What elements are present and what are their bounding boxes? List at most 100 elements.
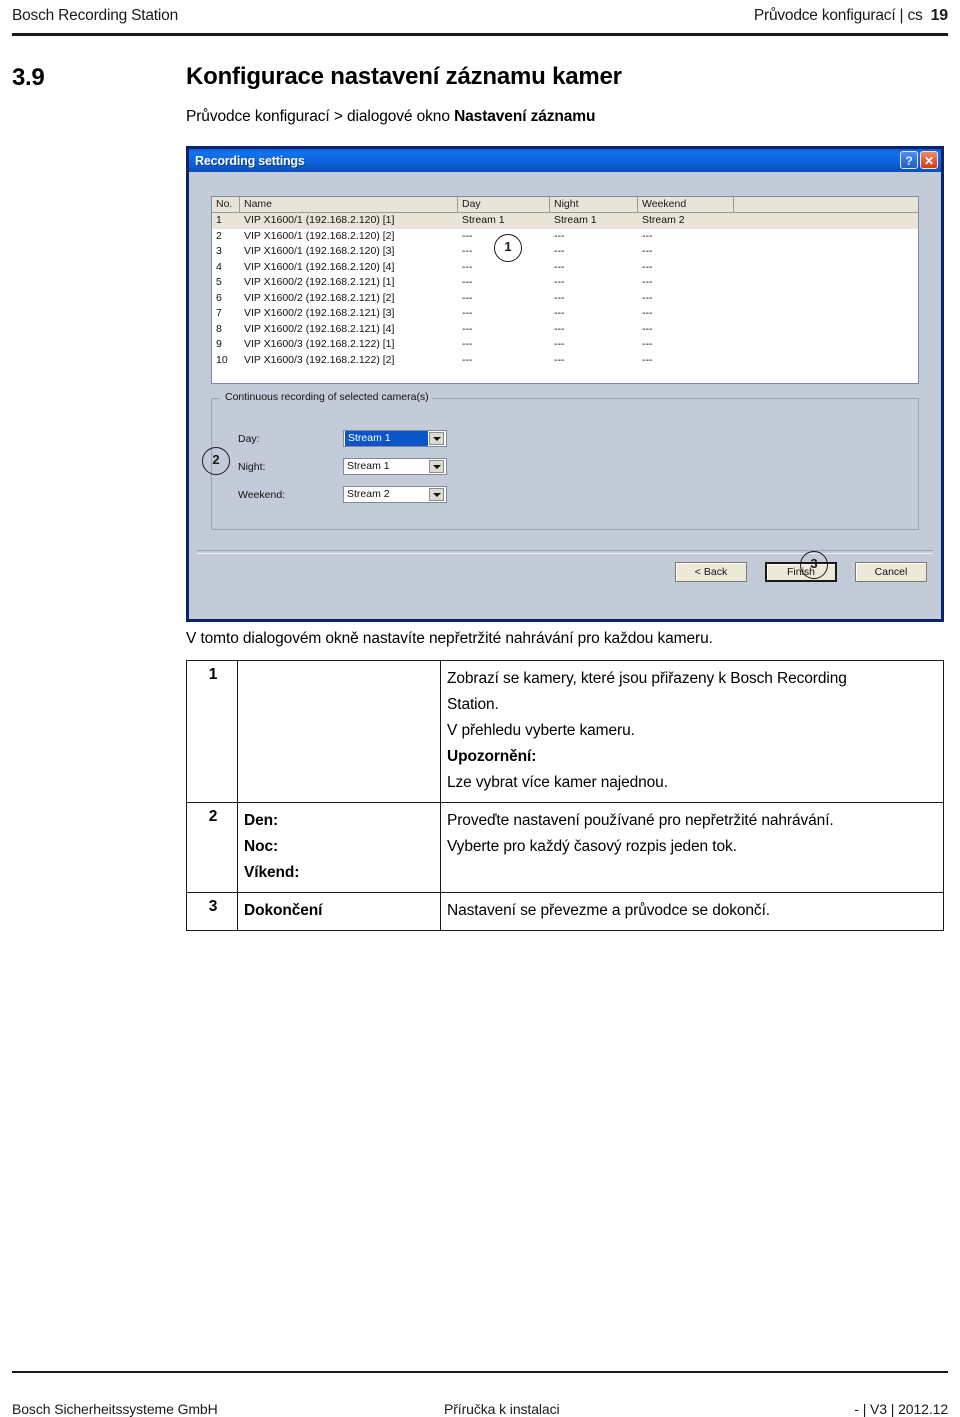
column-header-day[interactable]: Day [458, 197, 550, 212]
legend-label: Den: Noc: Víkend: [237, 802, 441, 893]
cell-no: 4 [216, 260, 222, 273]
footer-divider [12, 1371, 948, 1373]
cell-no: 1 [216, 214, 222, 226]
legend-row: 1 Zobrazí se kamery, které jsou přiřazeny… [186, 660, 944, 803]
legend-label-line: Dokončení [244, 902, 323, 919]
day-stream-select[interactable]: Stream 1 [343, 430, 447, 447]
cancel-button[interactable]: Cancel [855, 562, 927, 582]
cell-weekend: --- [642, 307, 653, 319]
night-stream-select[interactable]: Stream 1 [343, 458, 447, 475]
table-row[interactable]: 4 VIP X1600/1 (192.168.2.120) [4] --- --- --… [212, 260, 918, 276]
legend-label [237, 660, 441, 803]
weekend-stream-select[interactable]: Stream 2 [343, 486, 447, 503]
legend-row: 3 Dokončení Nastavení se převezme a průvod… [186, 892, 944, 931]
cell-night: --- [554, 353, 565, 366]
cell-no: 6 [216, 291, 222, 304]
column-header-no[interactable]: No. [212, 197, 240, 212]
legend-description-line: V přehledu vyberte kameru. [447, 722, 635, 739]
legend-description-line: Station. [447, 696, 499, 713]
cell-no: 10 [216, 353, 228, 366]
groupbox-border-right [402, 398, 918, 399]
intro-text: V tomto dialogovém okně nastavíte nepřet… [186, 630, 713, 647]
day-stream-value: Stream 1 [345, 431, 428, 446]
legend-description-line: Zobrazí se kamery, které jsou přiřazeny … [447, 670, 847, 687]
legend-number: 1 [186, 660, 238, 803]
cell-weekend: --- [642, 353, 653, 366]
cell-blank [734, 213, 918, 229]
help-icon[interactable]: ? [900, 151, 918, 169]
column-header-weekend[interactable]: Weekend [638, 197, 734, 212]
table-row[interactable]: 6 VIP X1600/2 (192.168.2.121) [2] --- --- --… [212, 291, 918, 307]
column-header-blank [734, 197, 918, 212]
table-row[interactable]: 8 VIP X1600/2 (192.168.2.121) [4] --- --- --… [212, 322, 918, 338]
listview-rows: 1 VIP X1600/1 (192.168.2.120) [1] Stream 1… [212, 213, 918, 368]
back-button[interactable]: < Back [675, 562, 747, 582]
table-row[interactable]: 2 VIP X1600/1 (192.168.2.120) [2] --- --- --… [212, 229, 918, 245]
legend-description: Proveďte nastavení používané pro nepřetr… [440, 802, 944, 893]
cell-name: VIP X1600/1 (192.168.2.120) [3] [244, 245, 395, 257]
legend-label-line: Den: [244, 812, 279, 829]
legend-description-line: Nastavení se převezme a průvodce se doko… [447, 902, 771, 919]
chevron-down-icon[interactable] [429, 432, 444, 445]
cell-weekend: --- [642, 276, 653, 288]
footer-company: Bosch Sicherheitssysteme GmbH [12, 1401, 218, 1417]
table-row[interactable]: 7 VIP X1600/2 (192.168.2.121) [3] --- --- --… [212, 306, 918, 322]
callout-marker-3: 3 [800, 551, 828, 579]
table-row[interactable]: 9 VIP X1600/3 (192.168.2.122) [1] --- --- --… [212, 337, 918, 353]
cell-blank [734, 353, 918, 369]
chevron-down-icon[interactable] [429, 460, 444, 473]
column-header-name[interactable]: Name [240, 197, 458, 212]
page-title: Konfigurace nastavení záznamu kamer [186, 63, 622, 90]
column-header-night[interactable]: Night [550, 197, 638, 212]
cell-no: 7 [216, 307, 222, 319]
weekend-stream-value: Stream 2 [347, 488, 390, 500]
cell-name: VIP X1600/1 (192.168.2.120) [4] [244, 260, 395, 273]
footer-doc-type: Příručka k instalaci [444, 1401, 560, 1417]
cell-weekend: --- [642, 245, 653, 257]
cell-night: --- [554, 322, 565, 335]
cell-night: --- [554, 307, 565, 319]
dialog-titlebar: Recording settings ? ✕ [189, 149, 941, 172]
cell-day: --- [462, 276, 473, 288]
cell-night: Stream 1 [554, 214, 597, 226]
cell-blank [734, 260, 918, 276]
cell-blank [734, 229, 918, 245]
legend-description-line: Lze vybrat více kamer najednou. [447, 774, 668, 791]
titlebar-buttons: ? ✕ [900, 151, 938, 169]
recording-settings-dialog: Recording settings ? ✕ No. Name Day Nigh… [186, 146, 944, 622]
legend-number: 3 [186, 892, 238, 931]
header-page-number: 19 [930, 7, 949, 24]
cell-day: --- [462, 322, 473, 335]
legend-description-line: Vyberte pro každý časový rozpis jeden to… [447, 838, 737, 855]
cell-weekend: --- [642, 291, 653, 304]
table-row[interactable]: 10 VIP X1600/3 (192.168.2.122) [2] --- --- -… [212, 353, 918, 369]
field-row-night: Night: Stream 1 [238, 458, 447, 475]
weekend-label: Weekend: [238, 488, 286, 501]
table-row[interactable]: 1 VIP X1600/1 (192.168.2.120) [1] Stream 1… [212, 213, 918, 229]
dialog-title: Recording settings [195, 153, 305, 168]
cell-day: Stream 1 [462, 214, 505, 226]
dialog-body: No. Name Day Night Weekend 1 VIP X1600/1 … [189, 172, 941, 619]
cell-no: 2 [216, 229, 222, 242]
legend-number: 2 [186, 802, 238, 893]
cell-blank [734, 337, 918, 353]
cell-weekend: Stream 2 [642, 214, 685, 226]
cell-night: --- [554, 276, 565, 288]
field-row-day: Day: Stream 1 [238, 430, 447, 447]
cell-night: --- [554, 291, 565, 304]
legend-label-line: Noc: [244, 838, 279, 855]
breadcrumb-current: Nastavení záznamu [454, 108, 596, 125]
legend-description-line: Upozornění: [447, 748, 537, 765]
cell-name: VIP X1600/2 (192.168.2.121) [2] [244, 291, 395, 304]
close-icon[interactable]: ✕ [920, 151, 938, 169]
cell-day: --- [462, 307, 473, 319]
night-label: Night: [238, 460, 266, 473]
chevron-down-icon[interactable] [429, 488, 444, 501]
table-row[interactable]: 5 VIP X1600/2 (192.168.2.121) [1] --- --- --… [212, 275, 918, 291]
cell-blank [734, 322, 918, 338]
cell-blank [734, 244, 918, 260]
cell-night: --- [554, 338, 565, 350]
cell-weekend: --- [642, 322, 653, 335]
camera-listview[interactable]: No. Name Day Night Weekend 1 VIP X1600/1 … [211, 196, 919, 384]
table-row[interactable]: 3 VIP X1600/1 (192.168.2.120) [3] --- --- --… [212, 244, 918, 260]
